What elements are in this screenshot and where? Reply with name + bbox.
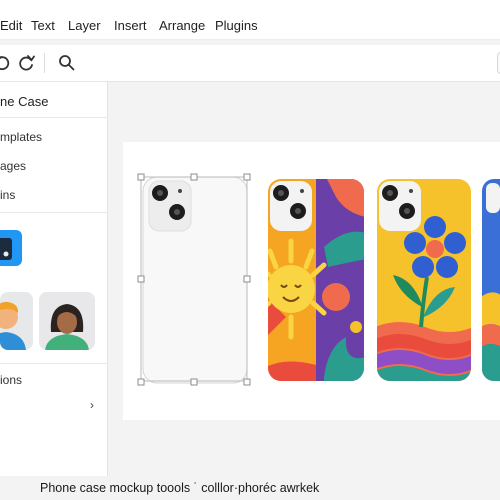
phone-case-flower[interactable] bbox=[375, 177, 473, 383]
phone-case-blank[interactable] bbox=[137, 173, 251, 389]
sidebar-divider bbox=[0, 363, 108, 364]
avatar-man-image bbox=[0, 292, 33, 350]
phone-case-partial[interactable] bbox=[481, 177, 500, 383]
avatar-man[interactable] bbox=[0, 292, 33, 350]
menu-insert[interactable]: Insert bbox=[114, 18, 147, 33]
chevron-right-icon[interactable]: › bbox=[90, 398, 94, 412]
toolbar bbox=[0, 45, 500, 82]
sidebar-item-icons[interactable]: ins bbox=[0, 188, 15, 202]
menu-plugins[interactable]: Plugins bbox=[215, 18, 258, 33]
sidebar-divider bbox=[0, 212, 108, 213]
phone-glyph-icon bbox=[0, 238, 12, 260]
toolbar-separator bbox=[44, 53, 45, 73]
menu-text[interactable]: Text bbox=[31, 18, 55, 33]
menu-arrange[interactable]: Arrange bbox=[159, 18, 205, 33]
sidebar-title: ne Case bbox=[0, 94, 49, 109]
search-icon[interactable] bbox=[57, 53, 77, 73]
sidebar-item-templates[interactable]: mplates bbox=[0, 130, 42, 144]
sidebar-divider bbox=[0, 117, 108, 118]
avatar-woman-image bbox=[39, 292, 95, 350]
sidebar-item-options[interactable]: ions bbox=[0, 373, 22, 387]
undo-icon[interactable] bbox=[0, 53, 13, 73]
menu-edit[interactable]: Edit bbox=[0, 18, 22, 33]
design-canvas[interactable] bbox=[123, 142, 500, 420]
redo-icon[interactable] bbox=[16, 53, 36, 73]
phone-case-sun[interactable] bbox=[266, 177, 366, 383]
menu-bar: Edit Text Layer Insert Arrange Plugins bbox=[0, 0, 500, 40]
menu-layer[interactable]: Layer bbox=[68, 18, 101, 33]
sidebar-item-images[interactable]: ages bbox=[0, 159, 26, 173]
image-caption: Phone case mockup toools ˙ colllor·phoré… bbox=[40, 481, 320, 495]
sidebar-panel: ne Case mplates ages ins ions › bbox=[0, 82, 108, 476]
avatar-woman[interactable] bbox=[39, 292, 95, 350]
asset-thumbnail-blue[interactable] bbox=[0, 230, 22, 266]
app-window: Edit Text Layer Insert Arrange Plugins n… bbox=[0, 0, 500, 500]
